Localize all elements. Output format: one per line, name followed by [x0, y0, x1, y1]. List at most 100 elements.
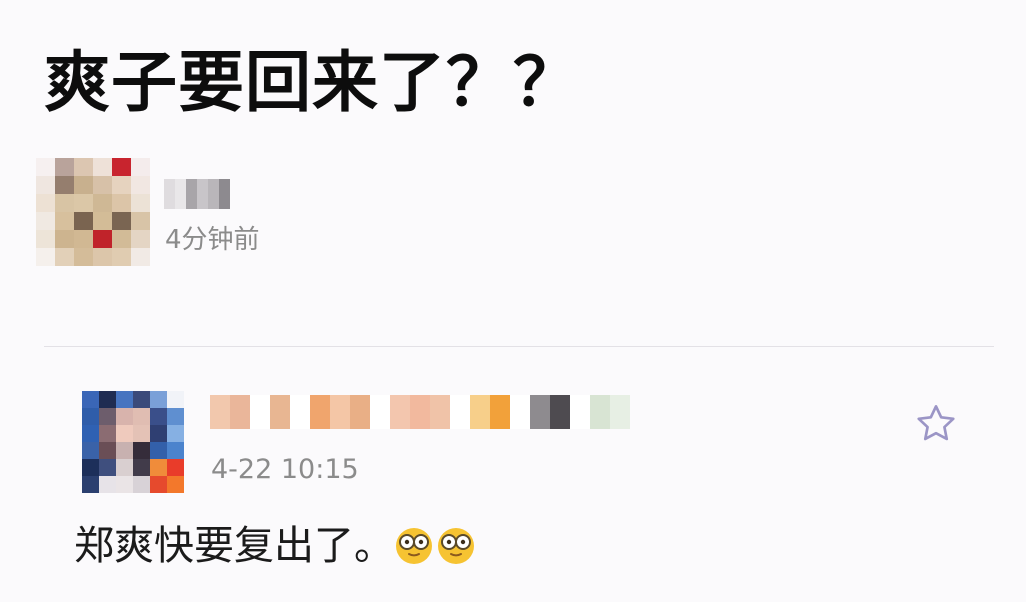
avatar-pixel	[116, 425, 133, 442]
name-pixel	[590, 395, 610, 429]
avatar-pixel	[74, 158, 93, 176]
avatar-pixel	[167, 459, 184, 476]
avatar-pixel	[131, 230, 150, 248]
avatar-pixel	[150, 391, 167, 408]
avatar-pixel	[133, 391, 150, 408]
avatar-pixel	[150, 476, 167, 493]
nerd-glasses-emoji-icon	[438, 528, 474, 564]
avatar-pixel	[133, 459, 150, 476]
avatar-pixel	[99, 408, 116, 425]
avatar-pixel	[116, 459, 133, 476]
avatar-pixel	[99, 442, 116, 459]
comment-text: 郑爽快要复出了。	[74, 523, 394, 569]
avatar-pixel	[36, 194, 55, 212]
avatar-pixel	[99, 476, 116, 493]
avatar-pixel	[93, 158, 112, 176]
avatar-pixel	[74, 248, 93, 266]
name-pixel	[330, 395, 350, 429]
avatar-pixel	[82, 476, 99, 493]
name-pixel	[164, 179, 175, 209]
name-pixel	[270, 395, 290, 429]
name-pixel	[186, 179, 197, 209]
post-timestamp: 4分钟前	[165, 225, 260, 255]
avatar-pixel	[55, 158, 74, 176]
avatar-pixel	[36, 176, 55, 194]
avatar-pixel	[99, 425, 116, 442]
name-pixel	[350, 395, 370, 429]
avatar-pixel	[131, 158, 150, 176]
name-pixel	[490, 395, 510, 429]
name-pixel	[175, 179, 186, 209]
avatar-pixel	[112, 176, 131, 194]
nerd-glasses-emoji-icon	[396, 528, 432, 564]
avatar-pixel	[150, 459, 167, 476]
name-pixel	[530, 395, 550, 429]
avatar-pixel	[82, 442, 99, 459]
name-pixel	[470, 395, 490, 429]
name-pixel	[210, 395, 230, 429]
avatar-pixel	[167, 476, 184, 493]
comment-timestamp: 4-22 10:15	[211, 454, 359, 485]
avatar-pixel	[36, 230, 55, 248]
avatar-pixel	[133, 425, 150, 442]
avatar-pixel	[74, 194, 93, 212]
avatar-pixel	[167, 391, 184, 408]
avatar-pixel	[167, 425, 184, 442]
avatar-pixel	[112, 158, 131, 176]
favorite-star-button[interactable]	[910, 398, 962, 450]
avatar-pixel	[74, 212, 93, 230]
avatar-pixel	[55, 230, 74, 248]
name-pixel	[430, 395, 450, 429]
avatar-pixel	[55, 248, 74, 266]
emoji-row	[394, 526, 476, 566]
avatar-pixel	[116, 476, 133, 493]
avatar-pixel	[55, 194, 74, 212]
avatar-pixel	[116, 408, 133, 425]
avatar-pixel	[112, 248, 131, 266]
avatar-pixel	[112, 212, 131, 230]
avatar-pixel	[167, 442, 184, 459]
avatar-pixel	[74, 230, 93, 248]
avatar-pixel	[131, 248, 150, 266]
avatar-pixel	[133, 442, 150, 459]
avatar-pixel	[82, 459, 99, 476]
name-pixel	[230, 395, 250, 429]
avatar-pixel	[36, 212, 55, 230]
avatar-pixel	[116, 391, 133, 408]
name-pixel	[197, 179, 208, 209]
avatar-pixel	[99, 459, 116, 476]
name-pixel	[290, 395, 310, 429]
avatar-pixel	[93, 194, 112, 212]
comment-author-avatar[interactable]	[82, 391, 184, 493]
avatar-pixel	[116, 442, 133, 459]
name-pixel	[570, 395, 590, 429]
avatar-pixel	[167, 408, 184, 425]
avatar-pixel	[131, 194, 150, 212]
avatar-pixel	[150, 425, 167, 442]
comment-body: 郑爽快要复出了。	[74, 518, 476, 574]
section-divider	[44, 346, 994, 347]
name-pixel	[370, 395, 390, 429]
avatar-pixel	[36, 158, 55, 176]
avatar-pixel	[150, 408, 167, 425]
avatar-pixel	[131, 212, 150, 230]
post-author-name-blurred[interactable]	[164, 176, 230, 212]
star-outline-icon	[917, 405, 955, 441]
name-pixel	[219, 179, 230, 209]
name-pixel	[250, 395, 270, 429]
comment-author-name-blurred[interactable]	[210, 392, 630, 432]
avatar-pixel	[112, 230, 131, 248]
avatar-pixel	[55, 176, 74, 194]
avatar-pixel	[133, 476, 150, 493]
avatar-pixel	[93, 248, 112, 266]
avatar-pixel	[150, 442, 167, 459]
avatar-pixel	[133, 408, 150, 425]
avatar-pixel	[55, 212, 74, 230]
post-author-avatar[interactable]	[36, 158, 150, 266]
avatar-pixel	[112, 194, 131, 212]
name-pixel	[550, 395, 570, 429]
name-pixel	[510, 395, 530, 429]
name-pixel	[208, 179, 219, 209]
avatar-pixel	[74, 176, 93, 194]
avatar-pixel	[93, 230, 112, 248]
